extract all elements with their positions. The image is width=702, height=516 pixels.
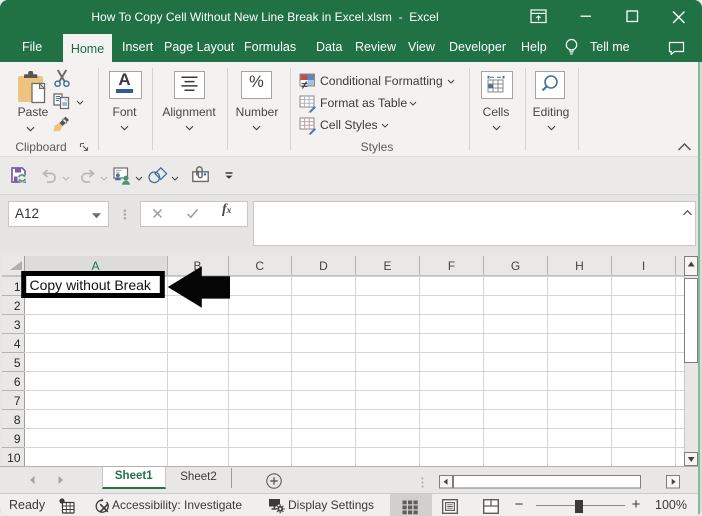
svg-text:E: E	[383, 259, 391, 273]
svg-text:9: 9	[14, 432, 21, 446]
svg-text:Copy without Break: Copy without Break	[30, 277, 152, 293]
svg-text:F: F	[448, 259, 455, 273]
svg-text:4: 4	[14, 337, 21, 351]
svg-text:G: G	[511, 259, 520, 273]
svg-text:A: A	[91, 259, 99, 273]
svg-text:6: 6	[14, 375, 21, 389]
svg-text:10: 10	[7, 451, 21, 465]
svg-text:7: 7	[14, 394, 21, 408]
svg-text:H: H	[575, 259, 584, 273]
svg-text:2: 2	[14, 299, 21, 313]
svg-text:8: 8	[14, 413, 21, 427]
svg-text:5: 5	[14, 356, 21, 370]
svg-text:1: 1	[14, 280, 21, 294]
svg-text:I: I	[642, 259, 645, 273]
svg-text:C: C	[255, 259, 264, 273]
svg-text:D: D	[319, 259, 328, 273]
svg-text:3: 3	[14, 318, 21, 332]
